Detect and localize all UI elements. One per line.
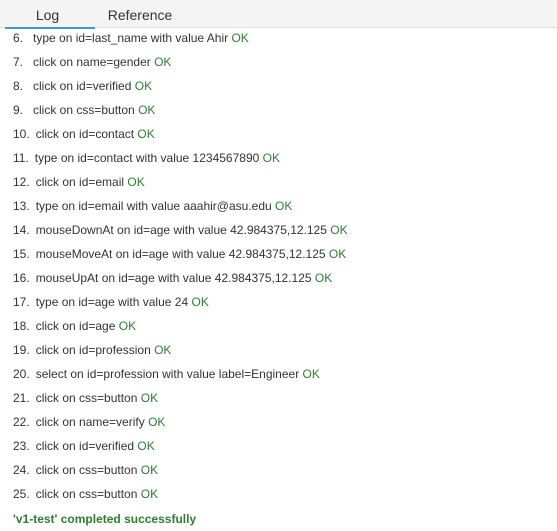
log-entry-status: OK bbox=[328, 247, 347, 261]
log-list: 6. type on id=last_name with value Ahir O… bbox=[0, 28, 557, 506]
log-entry-text: click on id=verified bbox=[35, 439, 135, 453]
log-entry-status: OK bbox=[154, 343, 172, 357]
log-entry: 19. click on id=profession OK bbox=[0, 338, 557, 362]
log-entry-status: OK bbox=[231, 31, 249, 45]
log-entry-number: 20. bbox=[13, 367, 30, 381]
log-entry-text: mouseMoveAt on id=age with value 42.9843… bbox=[35, 247, 326, 261]
log-entry-status: OK bbox=[262, 151, 280, 165]
log-entry-status: OK bbox=[140, 463, 159, 477]
log-entry-text: click on id=verified bbox=[33, 79, 132, 93]
log-entry-number: 15. bbox=[13, 247, 30, 261]
log-entry-text: select on id=profession with value label… bbox=[35, 367, 300, 381]
log-entry-number: 18. bbox=[13, 319, 30, 333]
tab-reference-label: Reference bbox=[107, 7, 173, 23]
log-entry-status: OK bbox=[118, 319, 137, 333]
log-entry-text: click on name=gender bbox=[33, 55, 151, 69]
log-entry-number: 9. bbox=[13, 103, 24, 117]
log-entry-text: type on id=last_name with value Ahir bbox=[33, 31, 229, 45]
log-entry: 7. click on name=gender OK bbox=[0, 50, 557, 74]
log-entry: 12. click on id=email OK bbox=[0, 170, 557, 194]
log-entry-text: click on css=button bbox=[33, 103, 135, 117]
log-entry-number: 23. bbox=[13, 439, 30, 453]
log-entry-number: 14. bbox=[13, 223, 30, 237]
log-entry-status: OK bbox=[138, 103, 156, 117]
log-entry-status: OK bbox=[154, 55, 172, 69]
log-entry: 11. type on id=contact with value 1234567… bbox=[0, 146, 557, 170]
log-entry-status: OK bbox=[148, 415, 166, 429]
log-entry-status: OK bbox=[330, 223, 348, 237]
log-entry-number: 17. bbox=[13, 295, 30, 309]
log-entry-status: OK bbox=[140, 487, 159, 501]
log-entry-number: 21. bbox=[13, 391, 30, 405]
log-entry-text: click on css=button bbox=[35, 463, 138, 477]
log-entry: 16. mouseUpAt on id=age with value 42.984… bbox=[0, 266, 557, 290]
log-entry: 20. select on id=profession with value la… bbox=[0, 362, 557, 386]
log-entry-number: 7. bbox=[13, 55, 24, 69]
log-entry: 21. click on css=button OK bbox=[0, 386, 557, 410]
log-entry-text: type on id=email with value aaahir@asu.e… bbox=[35, 199, 272, 213]
log-entry: 23. click on id=verified OK bbox=[0, 434, 557, 458]
log-entry-text: click on id=age bbox=[35, 319, 116, 333]
log-entry-number: 11. bbox=[13, 151, 29, 165]
log-entry: 24. click on css=button OK bbox=[0, 458, 557, 482]
log-entry: 15. mouseMoveAt on id=age with value 42.9… bbox=[0, 242, 557, 266]
log-entry-text: click on id=profession bbox=[35, 343, 151, 357]
log-entry-text: mouseUpAt on id=age with value 42.984375… bbox=[35, 271, 312, 285]
log-entry-number: 10. bbox=[13, 127, 30, 141]
log-entry-text: click on css=button bbox=[35, 391, 138, 405]
tab-log[interactable]: Log bbox=[0, 0, 95, 29]
log-entry-status: OK bbox=[302, 367, 320, 381]
log-entry-text: click on css=button bbox=[35, 487, 138, 501]
log-entry-text: click on name=verify bbox=[35, 415, 145, 429]
log-entry-status: OK bbox=[314, 271, 333, 285]
log-entry-number: 24. bbox=[13, 463, 30, 477]
log-entry: 14. mouseDownAt on id=age with value 42.9… bbox=[0, 218, 557, 242]
log-entry-status: OK bbox=[137, 127, 155, 141]
log-entry: 18. click on id=age OK bbox=[0, 314, 557, 338]
log-entry-text: type on id=age with value 24 bbox=[35, 295, 189, 309]
log-entry-text: mouseDownAt on id=age with value 42.9843… bbox=[35, 223, 327, 237]
log-entry-status: OK bbox=[191, 295, 209, 309]
tab-bar: Log Reference bbox=[0, 0, 557, 29]
log-entry: 25. click on css=button OK bbox=[0, 482, 557, 506]
log-entry-text: click on id=contact bbox=[35, 127, 135, 141]
log-entry-number: 12. bbox=[13, 175, 30, 189]
log-entry-status: OK bbox=[134, 79, 153, 93]
log-entry-text: type on id=contact with value 1234567890 bbox=[34, 151, 260, 165]
log-entry: 10. click on id=contact OK bbox=[0, 122, 557, 146]
completion-message: 'v1-test' completed successfully bbox=[13, 512, 197, 526]
log-entry-text: click on id=email bbox=[35, 175, 125, 189]
log-entry: 9. click on css=button OK bbox=[0, 98, 557, 122]
log-entry: 6. type on id=last_name with value Ahir O… bbox=[0, 28, 557, 50]
log-entry-number: 13. bbox=[13, 199, 30, 213]
log-entry-number: 8. bbox=[13, 79, 24, 93]
log-entry-number: 6. bbox=[13, 31, 24, 45]
log-entry-number: 25. bbox=[13, 487, 30, 501]
log-entry-status: OK bbox=[127, 175, 145, 189]
log-entry: 22. click on name=verify OK bbox=[0, 410, 557, 434]
log-entry-number: 16. bbox=[13, 271, 30, 285]
log-entry-number: 19. bbox=[13, 343, 30, 357]
log-entry-status: OK bbox=[137, 439, 155, 453]
tab-log-label: Log bbox=[35, 7, 60, 23]
log-entry: 13. type on id=email with value aaahir@as… bbox=[0, 194, 557, 218]
tab-reference[interactable]: Reference bbox=[95, 0, 185, 28]
log-panel: 6. type on id=last_name with value Ahir O… bbox=[0, 28, 557, 531]
log-entry-status: OK bbox=[275, 199, 293, 213]
log-entry-number: 22. bbox=[13, 415, 30, 429]
log-entry: 8. click on id=verified OK bbox=[0, 74, 557, 98]
log-entry: 17. type on id=age with value 24 OK bbox=[0, 290, 557, 314]
log-entry-status: OK bbox=[140, 391, 159, 405]
